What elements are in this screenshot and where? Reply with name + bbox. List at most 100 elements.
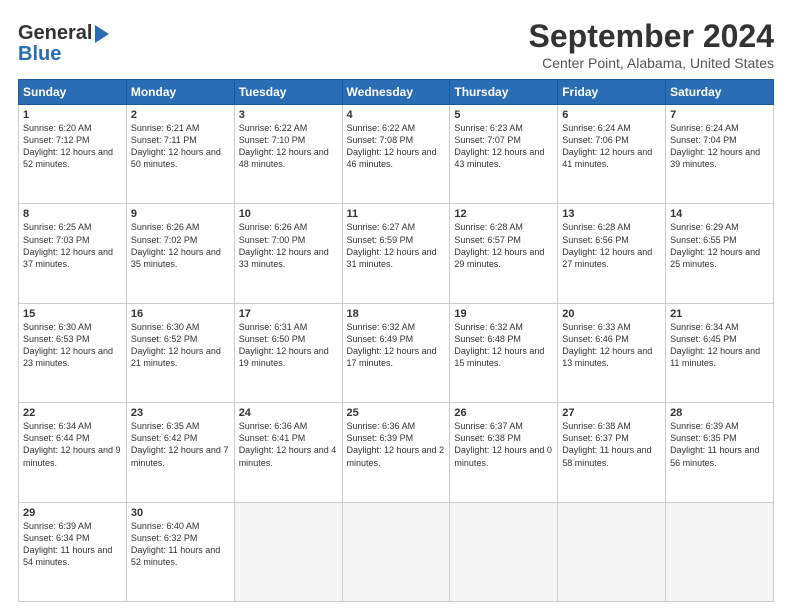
title-area: September 2024 Center Point, Alabama, Un… [529,18,774,71]
cell-info: Sunrise: 6:25 AMSunset: 7:03 PMDaylight:… [23,222,113,268]
page: General Blue September 2024 Center Point… [0,0,792,612]
cell-info: Sunrise: 6:32 AMSunset: 6:48 PMDaylight:… [454,322,544,368]
calendar-cell: 13Sunrise: 6:28 AMSunset: 6:56 PMDayligh… [558,204,666,303]
calendar-cell: 2Sunrise: 6:21 AMSunset: 7:11 PMDaylight… [126,105,234,204]
cell-info: Sunrise: 6:31 AMSunset: 6:50 PMDaylight:… [239,322,329,368]
cell-info: Sunrise: 6:36 AMSunset: 6:41 PMDaylight:… [239,421,337,467]
day-number: 7 [670,109,769,121]
col-sunday: Sunday [19,80,127,105]
calendar-cell: 10Sunrise: 6:26 AMSunset: 7:00 PMDayligh… [234,204,342,303]
calendar-week-row: 29 Sunrise: 6:39 AMSunset: 6:34 PMDayligh… [19,502,774,601]
day-number: 18 [347,308,446,320]
day-number: 9 [131,208,230,220]
day-number: 20 [562,308,661,320]
calendar-cell: 26Sunrise: 6:37 AMSunset: 6:38 PMDayligh… [450,403,558,502]
cell-info: Sunrise: 6:37 AMSunset: 6:38 PMDaylight:… [454,421,552,467]
logo-arrow-icon [95,25,109,43]
cell-info: Sunrise: 6:29 AMSunset: 6:55 PMDaylight:… [670,222,760,268]
calendar-cell: 17Sunrise: 6:31 AMSunset: 6:50 PMDayligh… [234,303,342,402]
calendar-cell: 28Sunrise: 6:39 AMSunset: 6:35 PMDayligh… [666,403,774,502]
day-number: 15 [23,308,122,320]
col-thursday: Thursday [450,80,558,105]
calendar-cell: 5 Sunrise: 6:23 AMSunset: 7:07 PMDaylight… [450,105,558,204]
calendar-cell: 22Sunrise: 6:34 AMSunset: 6:44 PMDayligh… [19,403,127,502]
cell-info: Sunrise: 6:35 AMSunset: 6:42 PMDaylight:… [131,421,229,467]
day-number: 6 [562,109,661,121]
day-number: 14 [670,208,769,220]
calendar-cell: 14 Sunrise: 6:29 AMSunset: 6:55 PMDayligh… [666,204,774,303]
cell-info: Sunrise: 6:30 AMSunset: 6:52 PMDaylight:… [131,322,221,368]
day-number: 28 [670,407,769,419]
day-number: 1 [23,109,122,121]
cell-info: Sunrise: 6:28 AMSunset: 6:57 PMDaylight:… [454,222,544,268]
cell-info: Sunrise: 6:24 AMSunset: 7:06 PMDaylight:… [562,123,652,169]
calendar-cell: 24 Sunrise: 6:36 AMSunset: 6:41 PMDayligh… [234,403,342,502]
day-number: 19 [454,308,553,320]
cell-info: Sunrise: 6:26 AMSunset: 7:02 PMDaylight:… [131,222,221,268]
calendar-cell: 25Sunrise: 6:36 AMSunset: 6:39 PMDayligh… [342,403,450,502]
calendar-cell: 6 Sunrise: 6:24 AMSunset: 7:06 PMDaylight… [558,105,666,204]
day-number: 3 [239,109,338,121]
logo: General Blue [18,22,109,66]
cell-info: Sunrise: 6:23 AMSunset: 7:07 PMDaylight:… [454,123,544,169]
calendar-cell: 19 Sunrise: 6:32 AMSunset: 6:48 PMDayligh… [450,303,558,402]
day-number: 30 [131,507,230,519]
header: General Blue September 2024 Center Point… [18,18,774,71]
day-number: 10 [239,208,338,220]
calendar-cell [342,502,450,601]
day-number: 25 [347,407,446,419]
logo-blue: Blue [18,43,61,66]
cell-info: Sunrise: 6:28 AMSunset: 6:56 PMDaylight:… [562,222,652,268]
day-number: 5 [454,109,553,121]
col-wednesday: Wednesday [342,80,450,105]
calendar-subtitle: Center Point, Alabama, United States [529,55,774,71]
calendar-table: Sunday Monday Tuesday Wednesday Thursday… [18,79,774,602]
cell-info: Sunrise: 6:40 AMSunset: 6:32 PMDaylight:… [131,521,220,567]
calendar-cell: 9 Sunrise: 6:26 AMSunset: 7:02 PMDaylight… [126,204,234,303]
col-monday: Monday [126,80,234,105]
col-tuesday: Tuesday [234,80,342,105]
logo-general: General [18,22,92,45]
calendar-cell: 7 Sunrise: 6:24 AMSunset: 7:04 PMDaylight… [666,105,774,204]
day-number: 27 [562,407,661,419]
cell-info: Sunrise: 6:34 AMSunset: 6:45 PMDaylight:… [670,322,760,368]
cell-info: Sunrise: 6:34 AMSunset: 6:44 PMDaylight:… [23,421,121,467]
cell-info: Sunrise: 6:33 AMSunset: 6:46 PMDaylight:… [562,322,652,368]
calendar-cell: 11 Sunrise: 6:27 AMSunset: 6:59 PMDayligh… [342,204,450,303]
day-number: 2 [131,109,230,121]
calendar-cell: 15 Sunrise: 6:30 AMSunset: 6:53 PMDayligh… [19,303,127,402]
calendar-week-row: 8 Sunrise: 6:25 AMSunset: 7:03 PMDaylight… [19,204,774,303]
day-number: 11 [347,208,446,220]
day-number: 23 [131,407,230,419]
calendar-week-row: 1 Sunrise: 6:20 AMSunset: 7:12 PMDaylight… [19,105,774,204]
cell-info: Sunrise: 6:27 AMSunset: 6:59 PMDaylight:… [347,222,437,268]
day-number: 8 [23,208,122,220]
day-number: 4 [347,109,446,121]
day-number: 21 [670,308,769,320]
cell-info: Sunrise: 6:30 AMSunset: 6:53 PMDaylight:… [23,322,113,368]
calendar-cell: 12 Sunrise: 6:28 AMSunset: 6:57 PMDayligh… [450,204,558,303]
cell-info: Sunrise: 6:22 AMSunset: 7:10 PMDaylight:… [239,123,329,169]
calendar-cell: 8 Sunrise: 6:25 AMSunset: 7:03 PMDaylight… [19,204,127,303]
calendar-cell: 30 Sunrise: 6:40 AMSunset: 6:32 PMDayligh… [126,502,234,601]
cell-info: Sunrise: 6:20 AMSunset: 7:12 PMDaylight:… [23,123,113,169]
col-saturday: Saturday [666,80,774,105]
cell-info: Sunrise: 6:22 AMSunset: 7:08 PMDaylight:… [347,123,437,169]
cell-info: Sunrise: 6:39 AMSunset: 6:34 PMDaylight:… [23,521,112,567]
calendar-cell: 23 Sunrise: 6:35 AMSunset: 6:42 PMDayligh… [126,403,234,502]
calendar-cell [234,502,342,601]
calendar-cell: 4 Sunrise: 6:22 AMSunset: 7:08 PMDaylight… [342,105,450,204]
calendar-cell: 16Sunrise: 6:30 AMSunset: 6:52 PMDayligh… [126,303,234,402]
calendar-cell: 18 Sunrise: 6:32 AMSunset: 6:49 PMDayligh… [342,303,450,402]
cell-info: Sunrise: 6:24 AMSunset: 7:04 PMDaylight:… [670,123,760,169]
calendar-cell: 27Sunrise: 6:38 AMSunset: 6:37 PMDayligh… [558,403,666,502]
cell-info: Sunrise: 6:32 AMSunset: 6:49 PMDaylight:… [347,322,437,368]
calendar-cell [450,502,558,601]
day-number: 24 [239,407,338,419]
calendar-header-row: Sunday Monday Tuesday Wednesday Thursday… [19,80,774,105]
calendar-cell [558,502,666,601]
calendar-cell: 3 Sunrise: 6:22 AMSunset: 7:10 PMDaylight… [234,105,342,204]
calendar-title: September 2024 [529,18,774,55]
day-number: 29 [23,507,122,519]
day-number: 12 [454,208,553,220]
